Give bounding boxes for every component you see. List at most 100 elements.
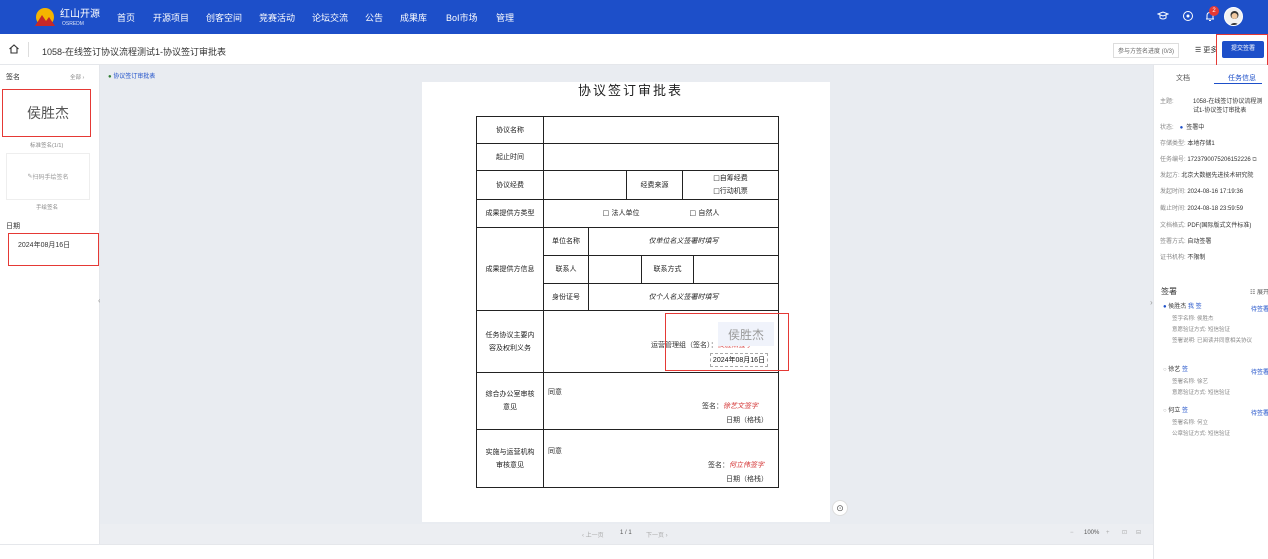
doc-toolbar: 1058-在线签订协议流程测试1-协议签订审批表 参与方签名进度 (0/3) ☰…: [0, 34, 1268, 65]
info-value: 1723790075206152226: [1187, 157, 1251, 163]
info-value: 1058-在线签订协议流程测试1-协议签订审批表: [1193, 99, 1263, 114]
file-tab[interactable]: ● 协议签订审批表: [108, 71, 155, 80]
signer-detail: 公章验证方式: 短信验证: [1172, 431, 1231, 437]
target-icon[interactable]: [1181, 10, 1194, 23]
signer-name: 徐艺: [1168, 367, 1181, 373]
sign-progress[interactable]: 参与方签名进度 (0/3): [1113, 43, 1180, 58]
form-label: 协议经费: [476, 170, 544, 200]
collapse-right-icon[interactable]: ›: [1150, 298, 1153, 307]
file-tab-label: 协议签订审批表: [113, 74, 156, 80]
info-row: 任务编号: 1723790075206152226 ⧉: [1160, 156, 1257, 165]
signer-status-link[interactable]: 待签署: [1251, 304, 1268, 313]
info-label: 主题:: [1160, 99, 1174, 105]
info-value: 2024-08-16 17:19:36: [1187, 189, 1244, 195]
fund-option[interactable]: □行动机票: [713, 185, 748, 198]
office-sign-line: 签名：徐艺文签字: [702, 401, 758, 411]
info-row: 证书机构: 不限制: [1160, 254, 1205, 263]
standard-signature-caption: 标准签名(1/1): [30, 143, 64, 149]
single-page-icon[interactable]: ⊡: [1122, 529, 1127, 536]
signer-row: ○ 何立 签: [1163, 407, 1188, 416]
office-date: 日期（格栈）: [726, 416, 768, 424]
form-label: 联系方式: [641, 255, 694, 284]
tab-task-info[interactable]: 任务信息: [1228, 73, 1256, 83]
notification-badge: 2: [1209, 6, 1219, 16]
highlight-frame: [1216, 34, 1268, 66]
menu-icon: ☰: [1195, 47, 1204, 54]
nav-admin[interactable]: 管理: [496, 11, 514, 24]
info-row: 主题: 1058-在线签订协议流程测试1-协议签订审批表: [1160, 98, 1262, 114]
nav-forum[interactable]: 论坛交流: [312, 11, 348, 24]
copy-icon[interactable]: ⧉: [1252, 157, 1256, 163]
nav-competitions[interactable]: 竞赛活动: [259, 11, 295, 24]
home-icon[interactable]: [8, 43, 20, 55]
form-label: 身份证号: [543, 283, 589, 311]
more-menu[interactable]: ☰ 更多: [1195, 45, 1217, 55]
info-row: 截止时间: 2024-08-18 23:59:59: [1160, 205, 1243, 214]
zoom-in-icon[interactable]: +: [1106, 530, 1110, 536]
filter-all-label: 全部: [70, 75, 82, 81]
nav-home[interactable]: 首页: [117, 11, 135, 24]
signer-row: ○ 徐艺 签: [1163, 366, 1188, 375]
signers-toggle-label: 展开: [1257, 290, 1268, 296]
form-label: 综合办公室审核意见: [476, 372, 544, 430]
form-label: 单位名称: [543, 227, 589, 256]
info-value: 北京大数据先进技术研究院: [1181, 173, 1254, 179]
page-title: 协议签订审批表: [578, 84, 684, 99]
user-avatar[interactable]: [1224, 7, 1243, 26]
logo-text: 红山开源: [60, 9, 100, 20]
nav-maker-space[interactable]: 创客空间: [206, 11, 242, 24]
handwrite-caption: 手绘签名: [36, 205, 59, 211]
logo-icon[interactable]: [33, 6, 57, 28]
legal-entity-option[interactable]: □ 法人单位: [603, 207, 640, 220]
logo-subtext: OSREDM: [62, 21, 84, 27]
active-tab-indicator: [1214, 83, 1262, 84]
form-label: 经费来源: [626, 170, 683, 200]
info-label: 证书机构:: [1160, 255, 1186, 261]
signer-detail: 签署说明: 已阅读并同意相关协议: [1172, 338, 1253, 344]
double-page-icon[interactable]: ⊟: [1136, 529, 1141, 536]
pager-bar: ‹ 上一页 1 / 1 下一页 › − 100% + ⊡ ⊟: [100, 524, 1153, 544]
unit-name-hint: 仅单位名义签署时填写: [588, 227, 779, 256]
sign-section-label: 签名: [6, 74, 20, 81]
form-label: 协议名称: [476, 116, 544, 144]
natural-person-option[interactable]: □ 自然人: [690, 207, 720, 220]
op-sign-label: 签名：: [708, 461, 729, 469]
left-sign-panel: 签名 全部 › 侯胜杰 标准签名(1/1) ✎ 扫码手绘签名 手绘签名 日期 2…: [0, 65, 100, 559]
next-page-button[interactable]: 下一页 ›: [646, 530, 668, 539]
nav-projects[interactable]: 开源项目: [153, 11, 189, 24]
signer-status-link[interactable]: 待签署: [1251, 408, 1268, 417]
handwrite-scan-button[interactable]: ✎ 扫码手绘签名: [6, 153, 90, 200]
fund-option[interactable]: □自筹经费: [713, 172, 748, 185]
office-sign-value: 徐艺文签字: [723, 402, 758, 410]
info-value: 本地存储1: [1187, 141, 1215, 147]
tab-document[interactable]: 文档: [1176, 73, 1190, 83]
signer-detail: 签署名称: 徐艺: [1172, 379, 1209, 385]
next-page-label: 下一页: [646, 533, 665, 539]
form-label: 成果提供方类型: [476, 199, 544, 228]
nav-achievements[interactable]: 成果库: [400, 11, 427, 24]
form-value: [543, 170, 627, 200]
divider: [28, 42, 29, 57]
nav-notices[interactable]: 公告: [365, 11, 383, 24]
info-label: 签署方式:: [1160, 239, 1186, 245]
form-label: 任务协议主要内容及权利义务: [476, 310, 544, 373]
info-row: 签署方式: 自动签署: [1160, 238, 1211, 247]
pending-dot-icon: ○: [1163, 408, 1167, 414]
info-row: 发起方: 北京大数据先进技术研究院: [1160, 172, 1253, 181]
op-opinion: 同意: [548, 447, 562, 455]
prev-page-button[interactable]: ‹ 上一页: [582, 530, 604, 539]
signer-tag: 签: [1181, 367, 1188, 373]
locate-icon[interactable]: ⊙: [832, 500, 848, 516]
signer-detail: 意愿验证方式: 短信验证: [1172, 327, 1231, 333]
zoom-out-icon[interactable]: −: [1070, 530, 1074, 536]
prev-page-label: 上一页: [585, 533, 604, 539]
graduation-cap-icon[interactable]: [1156, 10, 1169, 23]
highlight-frame: [665, 313, 789, 371]
nav-boi-market[interactable]: BoI市场: [446, 11, 478, 24]
zoom-level: 100%: [1084, 530, 1100, 536]
signers-toggle[interactable]: ☷ 展开: [1250, 287, 1268, 296]
info-value: 不限制: [1187, 255, 1206, 261]
signer-status-link[interactable]: 待签署: [1251, 367, 1268, 376]
pending-dot-icon: ○: [1163, 367, 1167, 373]
filter-all[interactable]: 全部 ›: [70, 73, 84, 81]
